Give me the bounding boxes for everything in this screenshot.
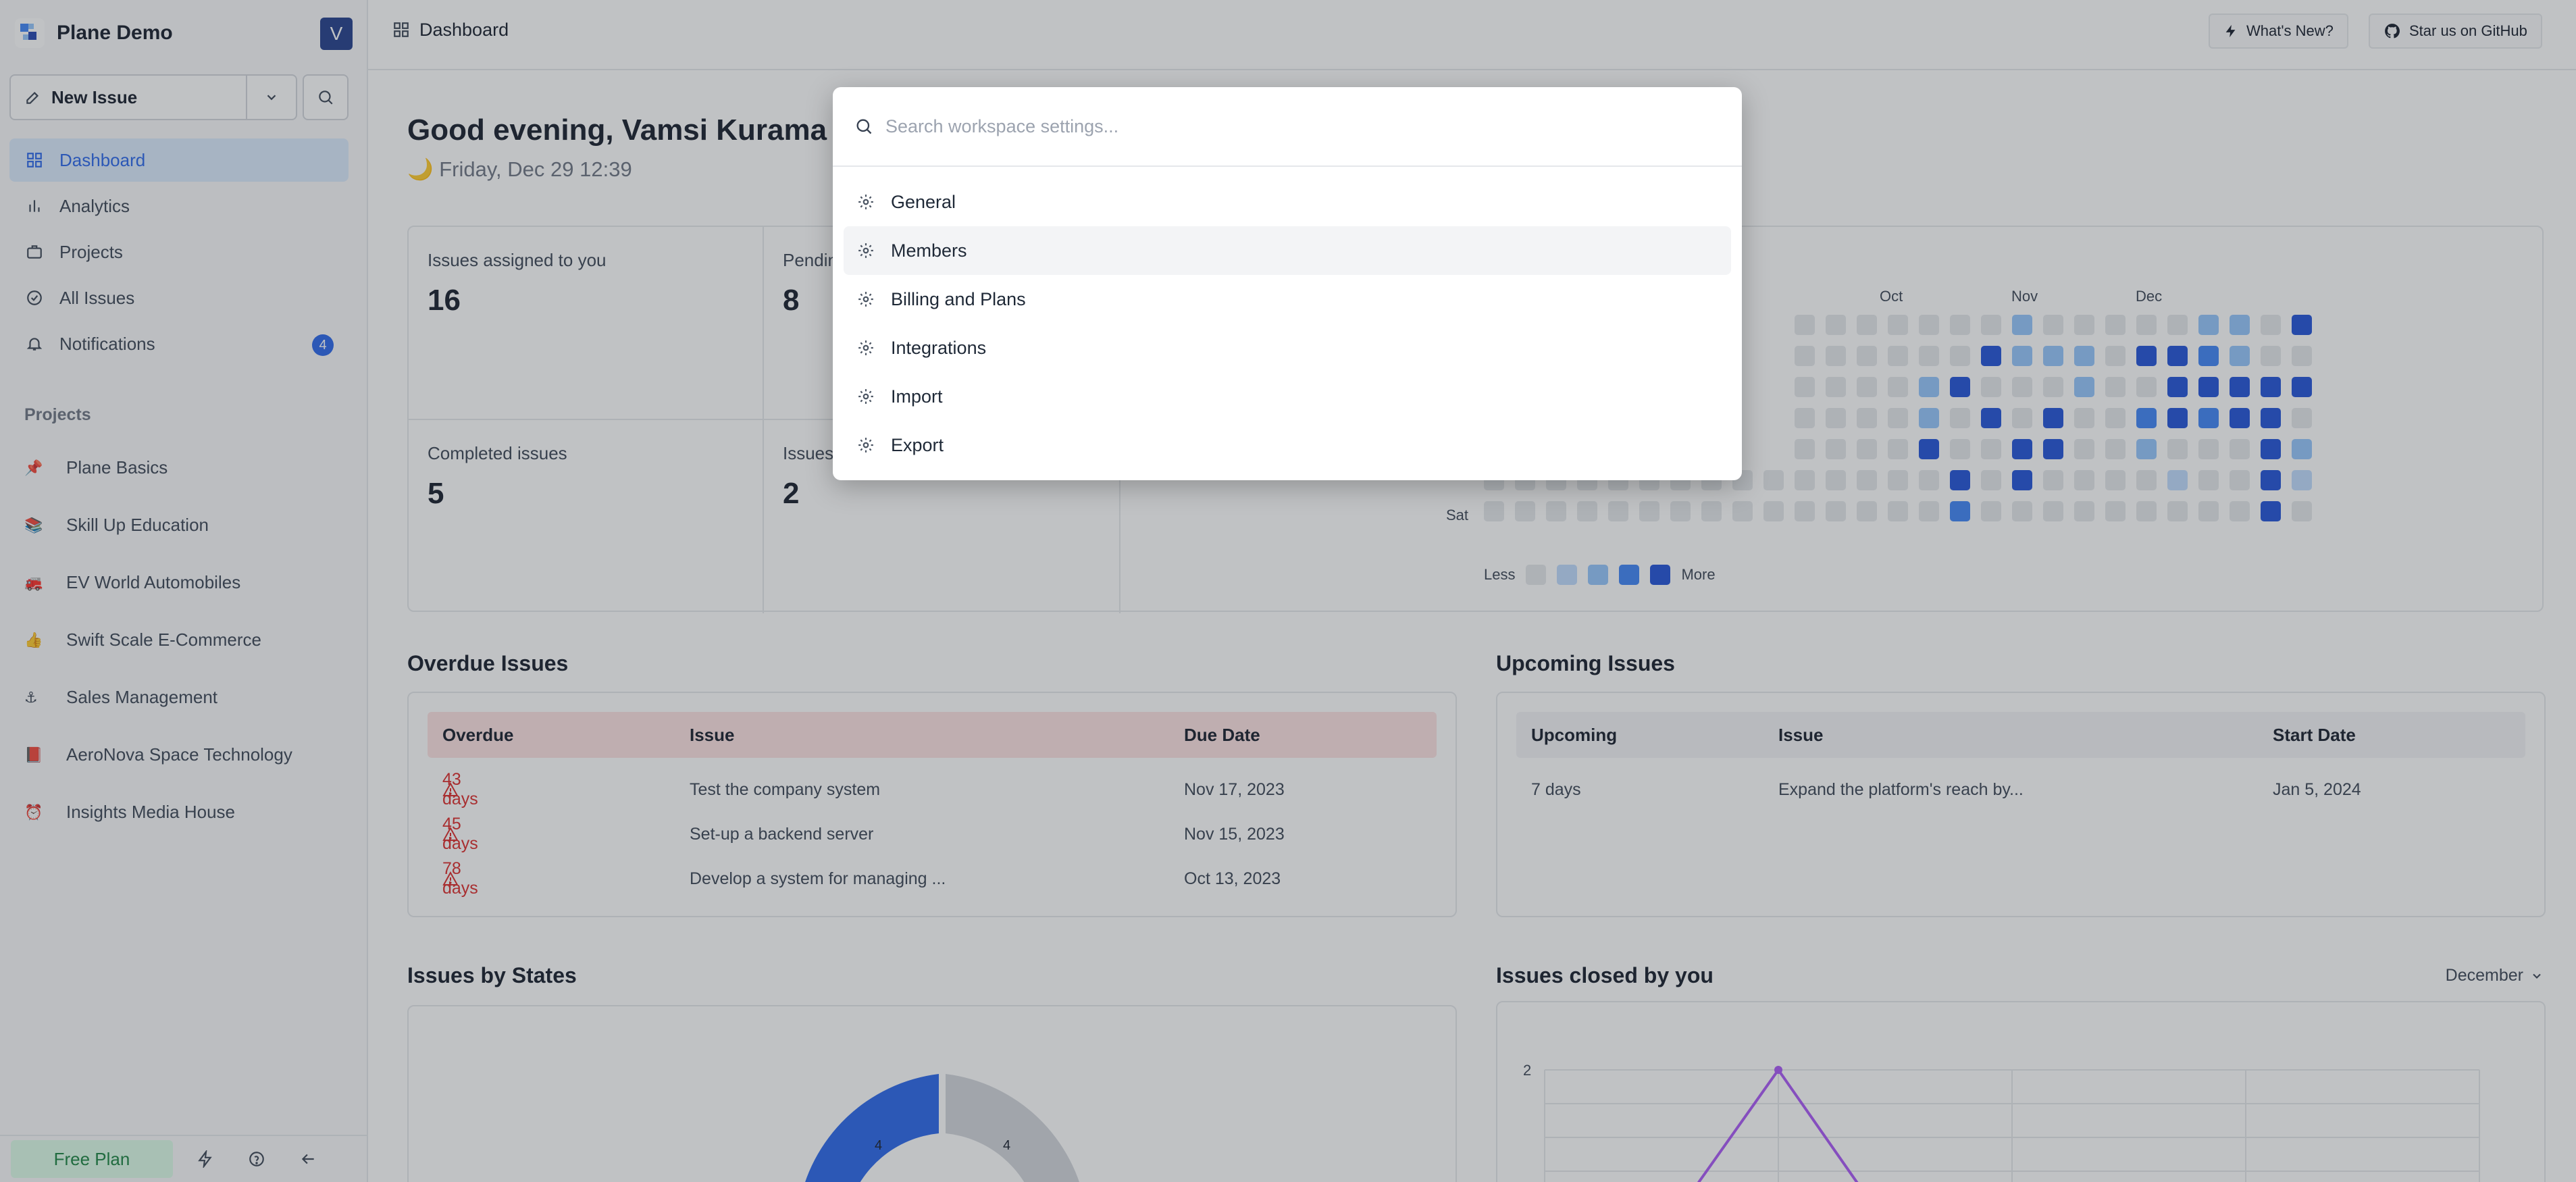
modal-search-bar xyxy=(833,87,1742,167)
gear-icon xyxy=(856,240,876,261)
search-icon xyxy=(856,119,872,134)
option-label: General xyxy=(891,191,956,212)
workspace-settings-search-modal: General Members Billing and Plans Integr… xyxy=(833,87,1742,480)
gear-icon xyxy=(856,386,876,407)
option-integrations[interactable]: Integrations xyxy=(844,324,1731,372)
settings-option-list: General Members Billing and Plans Integr… xyxy=(844,178,1731,469)
gear-icon xyxy=(856,289,876,309)
option-billing-and-plans[interactable]: Billing and Plans xyxy=(844,275,1731,324)
gear-icon xyxy=(856,192,876,212)
option-export[interactable]: Export xyxy=(844,421,1731,469)
option-label: Billing and Plans xyxy=(891,288,1026,309)
option-label: Integrations xyxy=(891,337,987,358)
gear-icon xyxy=(856,435,876,455)
settings-search-input[interactable] xyxy=(885,115,1696,137)
option-general[interactable]: General xyxy=(844,178,1731,226)
option-label: Members xyxy=(891,240,967,261)
option-label: Export xyxy=(891,434,944,455)
option-members[interactable]: Members xyxy=(844,226,1731,275)
option-import[interactable]: Import xyxy=(844,372,1731,421)
option-label: Import xyxy=(891,386,943,407)
gear-icon xyxy=(856,338,876,358)
